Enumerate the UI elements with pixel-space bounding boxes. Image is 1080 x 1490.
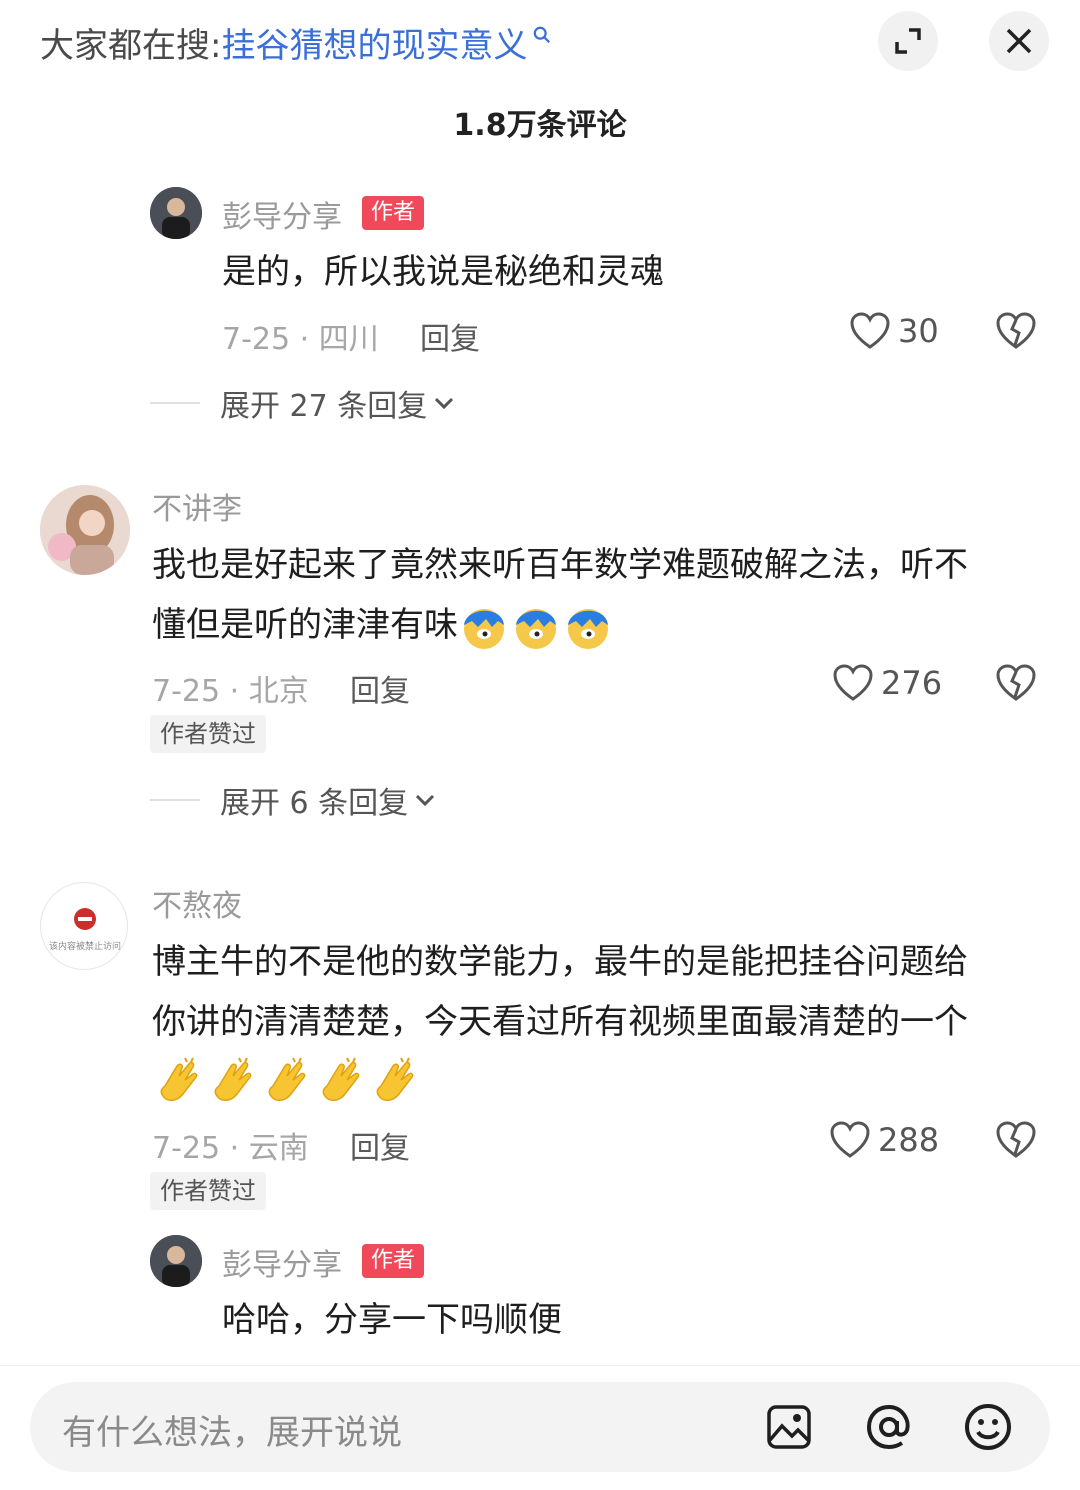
at-icon (866, 1404, 910, 1450)
like-button[interactable]: 276 (833, 664, 942, 702)
close-icon (1006, 28, 1032, 54)
username[interactable]: 不讲李 (152, 484, 242, 528)
comment-text-line-2: 懂但是听的津津有味 (152, 595, 1042, 655)
avatar[interactable]: 该内容被禁止访问 (40, 882, 128, 970)
avatar[interactable] (40, 485, 130, 575)
dislike-button[interactable] (996, 1121, 1036, 1163)
comment-text-line: 我也是好起来了竟然来听百年数学难题破解之法，听不 (152, 545, 968, 585)
search-icon (534, 26, 551, 43)
like-button[interactable]: 30 (850, 312, 939, 350)
comment-count: 1.8万条评论 (453, 108, 627, 143)
broken-heart-icon (996, 664, 1036, 701)
comment-meta: 7-25 · 北京 (152, 674, 309, 709)
clap-emoji-icon (214, 1057, 252, 1101)
dislike-button[interactable] (996, 312, 1036, 354)
comment-meta: 7-25 · 四川 (222, 322, 379, 357)
broken-heart-icon (996, 312, 1036, 349)
author-badge: 作者 (362, 1244, 425, 1278)
heart-icon (850, 312, 890, 349)
divider (150, 799, 200, 801)
like-count: 276 (881, 664, 943, 702)
like-button[interactable]: 288 (830, 1121, 939, 1159)
emoji-button[interactable] (963, 1402, 1013, 1456)
mention-button[interactable] (864, 1402, 914, 1456)
reply-button[interactable]: 回复 (350, 1123, 410, 1167)
avatar-photo (40, 485, 130, 575)
comment-text: 我也是好起来了竟然来听百年数学难题破解之法，听不 懂但是听的津津有味 (152, 535, 1042, 655)
search-query-link[interactable]: 挂谷猜想的现实意义 (221, 18, 527, 67)
expand-icon (895, 28, 921, 54)
heart-icon (830, 1121, 870, 1158)
facepalm-emoji-icon (464, 608, 504, 649)
expand-replies[interactable]: 展开 6 条回复 (150, 778, 436, 822)
comment-text-line-2: 你讲的清清楚楚，今天看过所有视频里面最清楚的一个 (152, 1002, 968, 1042)
emoji-icon (965, 1404, 1011, 1450)
comment-input-placeholder: 有什么想法，展开说说 (62, 1413, 402, 1453)
comment-meta: 7-25 · 云南 (152, 1131, 309, 1166)
heart-icon (833, 664, 873, 701)
dislike-button[interactable] (996, 664, 1036, 706)
chevron-down-icon (435, 397, 454, 410)
clap-emoji-icon (268, 1057, 306, 1101)
facepalm-emoji-icon (568, 608, 608, 649)
expand-replies-label: 展开 27 条回复 (220, 389, 428, 424)
avatar-caption: 该内容被禁止访问 (48, 942, 121, 952)
username[interactable]: 彭导分享 (222, 192, 342, 236)
comment-text-fragment: 懂但是听的津津有味 (152, 605, 458, 645)
clap-emoji-icon (376, 1057, 414, 1101)
reply-button[interactable]: 回复 (350, 666, 410, 710)
expand-replies-label: 展开 6 条回复 (220, 786, 409, 821)
author-liked-badge: 作者赞过 (150, 715, 266, 753)
author-liked-badge: 作者赞过 (150, 1172, 266, 1210)
reply-button[interactable]: 回复 (420, 314, 480, 358)
comment-text: 是的，所以我说是秘绝和灵魂 (222, 252, 664, 292)
comment-text-line: 博主牛的不是他的数学能力，最牛的是能把挂谷问题给 (152, 942, 968, 982)
username[interactable]: 彭导分享 (222, 1240, 342, 1284)
search-suggestion[interactable]: 大家都在搜: 挂谷猜想的现实意义 (40, 18, 551, 66)
expand-replies[interactable]: 展开 27 条回复 (150, 381, 455, 425)
divider (150, 402, 200, 404)
clap-emoji-icon (322, 1057, 360, 1101)
emoji-row (155, 1056, 419, 1106)
facepalm-emoji-icon (516, 608, 556, 649)
avatar-photo (150, 1235, 202, 1287)
chevron-down-icon (416, 794, 435, 807)
close-button[interactable] (989, 11, 1049, 71)
image-icon (767, 1405, 811, 1449)
search-prefix: 大家都在搜: (40, 25, 222, 66)
expand-button[interactable] (878, 11, 938, 71)
avatar[interactable] (150, 1235, 202, 1287)
blocked-avatar-icon (74, 908, 96, 930)
image-button[interactable] (766, 1404, 812, 1454)
like-count: 30 (898, 312, 939, 350)
comment-text: 哈哈，分享一下吗顺便 (222, 1300, 562, 1340)
broken-heart-icon (996, 1121, 1036, 1158)
author-badge: 作者 (362, 196, 425, 230)
avatar-photo (150, 187, 202, 239)
like-count: 288 (878, 1121, 940, 1159)
comment-text: 博主牛的不是他的数学能力，最牛的是能把挂谷问题给 你讲的清清楚楚，今天看过所有视… (152, 932, 1042, 1052)
clap-emoji-icon (160, 1057, 198, 1101)
avatar[interactable] (150, 187, 202, 239)
username[interactable]: 不熬夜 (152, 881, 242, 925)
